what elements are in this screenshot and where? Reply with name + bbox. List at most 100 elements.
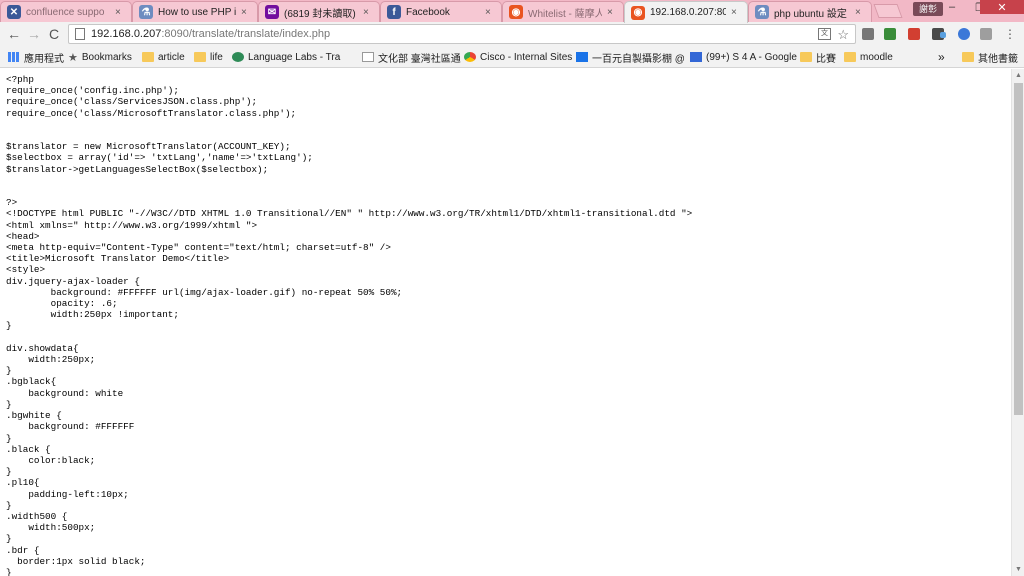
translate-icon[interactable]: 文 bbox=[818, 28, 831, 40]
star-icon: ★ bbox=[68, 51, 78, 64]
apps-icon bbox=[8, 52, 20, 62]
tab-title: php ubuntu 設定 bbox=[774, 8, 847, 20]
bookmark-star-icon[interactable]: ☆ bbox=[837, 27, 849, 43]
address-bar[interactable]: 192.168.0.207:8090/translate/translate/i… bbox=[68, 24, 856, 44]
forward-button[interactable]: → bbox=[26, 26, 42, 42]
reload-button[interactable]: C bbox=[46, 26, 62, 42]
code-line: $translator = new MicrosoftTranslator(AC… bbox=[6, 141, 291, 153]
code-line: $selectbox = array('id'=> 'txtLang','nam… bbox=[6, 152, 313, 164]
tab-facebook[interactable]: f Facebook × bbox=[380, 1, 502, 22]
code-line: width:500px; bbox=[6, 522, 96, 534]
tab-whitelist[interactable]: ◉ Whitelist - 薩摩人 × bbox=[502, 1, 624, 22]
close-icon[interactable]: × bbox=[115, 7, 125, 18]
bookmark-culture-ministry[interactable]: 文化部 臺灣社區通 bbox=[362, 50, 461, 65]
code-line: } bbox=[6, 432, 12, 444]
code-line: width:250px; bbox=[6, 354, 96, 366]
code-line: .black { bbox=[6, 443, 51, 455]
bookmark-moodle[interactable]: moodle bbox=[844, 50, 893, 64]
site-icon bbox=[690, 52, 702, 62]
url-text: 192.168.0.207:8090/translate/translate/i… bbox=[91, 28, 331, 40]
site-icon bbox=[232, 52, 244, 62]
source-code: <?php require_once('config.inc.php'); requ… bbox=[6, 74, 692, 576]
bookmarks-overflow[interactable]: » bbox=[938, 50, 945, 64]
menu-icon[interactable]: ⋮ bbox=[1002, 26, 1018, 42]
tab-title: Whitelist - 薩摩人 bbox=[528, 8, 602, 20]
code-line: $translator->getLanguagesSelectBox($sele… bbox=[6, 163, 269, 175]
bookmark-language-labs[interactable]: Language Labs - Tra bbox=[232, 50, 340, 64]
code-line: } bbox=[6, 365, 12, 377]
bookmark-apps[interactable]: 應用程式 bbox=[8, 50, 64, 65]
code-line: border:1px solid black; bbox=[6, 555, 146, 567]
page-icon bbox=[75, 28, 85, 40]
bookmark-life[interactable]: life bbox=[194, 50, 223, 64]
tab-mail[interactable]: ✉ (6819 封未讀取) - Y × bbox=[258, 1, 380, 22]
extension-icon[interactable] bbox=[862, 28, 874, 40]
code-line: } bbox=[6, 533, 12, 545]
folder-icon bbox=[800, 52, 812, 62]
ubuntu-icon: ◉ bbox=[631, 5, 645, 20]
code-line: .pl10{ bbox=[6, 477, 40, 489]
code-line: <style> bbox=[6, 264, 46, 276]
code-line: .width500 { bbox=[6, 510, 68, 522]
code-line: background: #FFFFFF bbox=[6, 421, 135, 433]
close-icon[interactable]: × bbox=[607, 7, 617, 18]
bookmark-other[interactable]: 其他書籤 bbox=[962, 50, 1018, 65]
scroll-down-icon[interactable]: ▼ bbox=[1015, 566, 1022, 573]
bookmark-bookmarks[interactable]: ★ Bookmarks bbox=[68, 50, 132, 64]
browser-toolbar: ← → C 192.168.0.207:8090/translate/trans… bbox=[0, 22, 1024, 46]
stackexchange-icon: ⚗ bbox=[755, 5, 769, 19]
code-line: } bbox=[6, 566, 12, 576]
new-tab-button[interactable] bbox=[873, 4, 903, 18]
bookmark-google-s4a[interactable]: (99+) S 4 A - Google bbox=[690, 50, 797, 64]
code-line: padding-left:10px; bbox=[6, 488, 129, 500]
tab-php-ubuntu[interactable]: ⚗ php ubuntu 設定 × bbox=[748, 1, 872, 22]
code-line: require_once('class/MicrosoftTranslator.… bbox=[6, 107, 297, 119]
bookmark-cisco[interactable]: Cisco - Internal Sites bbox=[464, 50, 572, 64]
tab-confluence[interactable]: ✕ confluence suppo × bbox=[0, 1, 132, 22]
vertical-scrollbar[interactable]: ▲ ▼ bbox=[1011, 69, 1024, 576]
folder-icon bbox=[962, 52, 974, 62]
code-line: background: white bbox=[6, 387, 124, 399]
code-line: } bbox=[6, 499, 12, 511]
extension-icon[interactable] bbox=[958, 28, 970, 40]
stackexchange-icon: ⚗ bbox=[139, 5, 153, 19]
close-icon[interactable]: × bbox=[363, 7, 373, 18]
bookmark-competition[interactable]: 比賽 bbox=[800, 50, 836, 65]
code-line: color:black; bbox=[6, 454, 96, 466]
close-window-button[interactable]: ✕ bbox=[980, 0, 1024, 14]
minimize-button[interactable]: – bbox=[938, 0, 966, 14]
bookmarks-bar: 應用程式 ★ Bookmarks article life Language L… bbox=[0, 46, 1024, 68]
code-line: <head> bbox=[6, 230, 40, 242]
code-line: background: #FFFFFF url(img/ajax-loader.… bbox=[6, 286, 403, 298]
back-button[interactable]: ← bbox=[6, 26, 22, 42]
scrollbar-thumb[interactable] bbox=[1014, 83, 1023, 415]
scroll-up-icon[interactable]: ▲ bbox=[1015, 72, 1022, 79]
page-icon bbox=[362, 52, 374, 62]
close-icon[interactable]: × bbox=[241, 7, 251, 18]
page-content: <?php require_once('config.inc.php'); requ… bbox=[0, 69, 1011, 576]
extension-icon[interactable] bbox=[884, 28, 896, 40]
code-line: } bbox=[6, 398, 12, 410]
close-icon[interactable]: × bbox=[485, 7, 495, 18]
code-line: <html xmlns=" http://www.w3.org/1999/xht… bbox=[6, 219, 258, 231]
extension-icon[interactable] bbox=[940, 32, 946, 38]
close-icon[interactable]: × bbox=[855, 7, 865, 18]
extension-icon[interactable] bbox=[908, 28, 920, 40]
code-line: opacity: .6; bbox=[6, 298, 118, 310]
close-icon[interactable]: × bbox=[731, 7, 741, 18]
extension-icon[interactable] bbox=[980, 28, 992, 40]
code-line: <meta http-equiv="Content-Type" content=… bbox=[6, 242, 391, 254]
code-line: ?> bbox=[6, 197, 18, 209]
mail-icon: ✉ bbox=[265, 5, 279, 19]
code-line: require_once('config.inc.php'); bbox=[6, 85, 179, 97]
tab-title: 192.168.0.207:809 bbox=[650, 7, 726, 18]
code-line: } bbox=[6, 466, 12, 478]
tab-active-index-php[interactable]: ◉ 192.168.0.207:809 × bbox=[624, 1, 748, 23]
bookmark-studio[interactable]: 一百元自製攝影棚 @ bbox=[576, 50, 685, 65]
chrome-icon bbox=[464, 52, 476, 62]
bookmark-article[interactable]: article bbox=[142, 50, 185, 64]
tab-how-to-use-php[interactable]: ⚗ How to use PHP i × bbox=[132, 1, 258, 22]
facebook-icon: f bbox=[387, 5, 401, 19]
